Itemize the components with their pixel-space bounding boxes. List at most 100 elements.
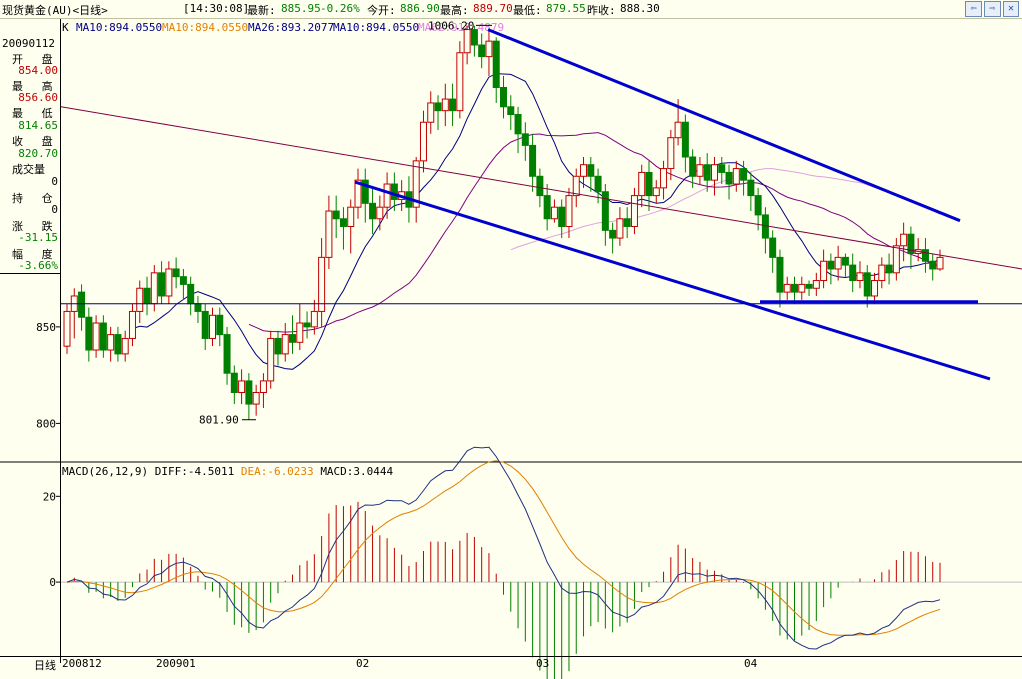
candle-body xyxy=(892,245,900,274)
candle-body xyxy=(725,171,733,185)
candle-body xyxy=(201,310,209,339)
candle-body xyxy=(339,218,347,227)
candle-body xyxy=(223,334,231,374)
candle-body xyxy=(856,272,864,282)
candle-body xyxy=(143,287,151,305)
candle-body xyxy=(769,237,777,258)
candle-body xyxy=(259,380,267,394)
price-tick-label: 850 xyxy=(36,321,56,334)
candle-body xyxy=(900,233,908,247)
candle-body xyxy=(419,121,427,162)
candle-body xyxy=(791,283,798,293)
candle-body xyxy=(296,322,304,343)
candle-body xyxy=(216,314,224,336)
date-tick: 200901 xyxy=(156,657,196,670)
candle-body xyxy=(136,287,144,312)
candle-body xyxy=(128,310,136,339)
candle-body xyxy=(550,206,558,220)
candle-body xyxy=(783,283,791,293)
low-annotation: 801.90 xyxy=(199,414,239,427)
candle-body xyxy=(99,322,107,351)
candle-body xyxy=(710,164,718,181)
candle-body xyxy=(929,260,937,270)
candle-body xyxy=(674,121,682,139)
candle-body xyxy=(536,175,544,197)
candle-body xyxy=(623,218,631,227)
candle-body xyxy=(820,260,828,282)
candle-body xyxy=(885,264,893,274)
macd-diff: DIFF:-4.5011 xyxy=(154,465,235,478)
candle-body xyxy=(194,303,202,312)
candle-body xyxy=(478,44,486,58)
period-label[interactable]: 日线 xyxy=(34,657,56,673)
candle-body xyxy=(754,195,762,216)
candle-body xyxy=(107,334,115,351)
candle-body xyxy=(609,229,617,239)
candle-body xyxy=(718,164,726,173)
candle-body xyxy=(492,40,500,88)
candle-body xyxy=(732,168,740,185)
candle-body xyxy=(580,164,588,177)
date-tick: 02 xyxy=(356,657,370,670)
candle-body xyxy=(427,102,435,123)
candle-body xyxy=(834,256,842,270)
candle-body xyxy=(660,168,668,189)
candle-body xyxy=(289,334,297,343)
candle-body xyxy=(871,280,879,297)
candle-body xyxy=(645,171,653,197)
candle-body xyxy=(441,98,449,112)
candle-body xyxy=(209,314,216,339)
candle-body xyxy=(921,249,929,262)
candle-body xyxy=(485,40,493,58)
macd-value: MACD:3.0444 xyxy=(320,465,394,478)
trend-line-lower xyxy=(354,180,991,381)
candle-body xyxy=(667,137,675,170)
date-tick: 03 xyxy=(536,657,550,670)
macd-dea: DEA:-6.0233 xyxy=(240,465,314,478)
candle-body xyxy=(543,195,551,220)
candle-body xyxy=(121,337,129,355)
candle-body xyxy=(85,316,93,351)
macd-tick-label: 20 xyxy=(43,490,56,503)
candle-body xyxy=(594,175,602,193)
candle-body xyxy=(507,106,515,116)
trend-line-upper xyxy=(487,28,961,223)
candle-body xyxy=(238,380,246,394)
candle-body xyxy=(863,272,871,297)
candle-body xyxy=(179,276,187,285)
candle-body xyxy=(332,210,340,220)
macd-legend: MACD(26,12,9) DIFF:-4.5011 DEA:-6.0233 M… xyxy=(62,465,393,478)
candle-body xyxy=(849,264,857,282)
candle-body xyxy=(369,202,377,220)
date-axis: 日线 200812 200901 02 03 04 xyxy=(0,656,1022,673)
candle-body xyxy=(805,283,813,289)
candle-body xyxy=(390,183,398,200)
candle-body xyxy=(245,380,253,405)
candle-body xyxy=(230,372,238,394)
candle-body xyxy=(587,164,595,177)
candle-body xyxy=(572,175,580,197)
candle-body xyxy=(150,272,158,305)
candle-body xyxy=(500,86,507,108)
candle-body xyxy=(449,98,457,112)
candle-body xyxy=(827,260,835,270)
candle-body xyxy=(740,168,748,181)
candle-body xyxy=(681,121,689,158)
candle-body xyxy=(601,191,609,231)
candle-body xyxy=(303,322,311,328)
date-tick: 200812 xyxy=(62,657,102,670)
candle-body xyxy=(325,210,333,258)
candle-body xyxy=(798,283,806,293)
candle-body xyxy=(558,206,566,227)
candle-body xyxy=(521,133,529,146)
candle-body xyxy=(936,256,944,270)
candle-body xyxy=(565,195,573,227)
candle-body xyxy=(172,268,180,278)
price-tick-label: 800 xyxy=(36,417,56,430)
candle-body xyxy=(652,187,660,197)
candle-body xyxy=(383,183,391,208)
candle-body xyxy=(630,195,638,227)
macd-tick-label: 0 xyxy=(49,576,56,589)
candle-body xyxy=(776,256,784,293)
candle-body xyxy=(841,256,849,266)
